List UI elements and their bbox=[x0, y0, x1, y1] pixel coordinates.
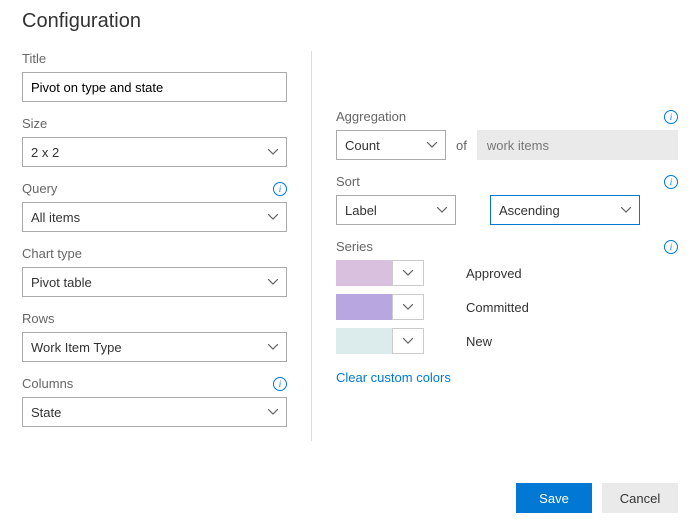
rows-select[interactable]: Work Item Type bbox=[22, 332, 287, 362]
chevron-down-icon bbox=[621, 207, 631, 213]
color-picker-button[interactable] bbox=[392, 294, 424, 320]
chevron-down-icon bbox=[268, 279, 278, 285]
size-select[interactable]: 2 x 2 bbox=[22, 137, 287, 167]
color-picker-button[interactable] bbox=[392, 328, 424, 354]
series-label-text: Committed bbox=[466, 300, 529, 315]
info-icon[interactable]: i bbox=[273, 182, 287, 196]
chevron-down-icon bbox=[437, 207, 447, 213]
info-icon[interactable]: i bbox=[664, 110, 678, 124]
columns-value: State bbox=[31, 405, 61, 420]
color-swatch bbox=[336, 328, 392, 354]
series-row: Approved bbox=[336, 260, 678, 286]
columns-label: Columns bbox=[22, 376, 73, 391]
columns-select[interactable]: State bbox=[22, 397, 287, 427]
sort-label: Sort bbox=[336, 174, 360, 189]
chevron-down-icon bbox=[268, 149, 278, 155]
aggregation-target: work items bbox=[477, 130, 678, 160]
charttype-value: Pivot table bbox=[31, 275, 92, 290]
aggregation-value: Count bbox=[345, 138, 380, 153]
series-label: Series bbox=[336, 239, 373, 254]
clear-colors-link[interactable]: Clear custom colors bbox=[336, 370, 451, 385]
chevron-down-icon bbox=[268, 344, 278, 350]
chevron-down-icon bbox=[268, 409, 278, 415]
series-row: New bbox=[336, 328, 678, 354]
query-label: Query bbox=[22, 181, 57, 196]
query-value: All items bbox=[31, 210, 80, 225]
info-icon[interactable]: i bbox=[664, 175, 678, 189]
sort-field-select[interactable]: Label bbox=[336, 195, 456, 225]
page-title: Configuration bbox=[22, 10, 678, 33]
size-value: 2 x 2 bbox=[31, 145, 59, 160]
series-list: Approved Committed New bbox=[336, 260, 678, 354]
chevron-down-icon bbox=[427, 142, 437, 148]
chevron-down-icon bbox=[268, 214, 278, 220]
aggregation-label: Aggregation bbox=[336, 109, 406, 124]
cancel-button[interactable]: Cancel bbox=[602, 483, 678, 513]
series-row: Committed bbox=[336, 294, 678, 320]
info-icon[interactable]: i bbox=[273, 377, 287, 391]
charttype-label: Chart type bbox=[22, 246, 82, 261]
title-label: Title bbox=[22, 51, 46, 66]
sort-field-value: Label bbox=[345, 203, 377, 218]
save-button[interactable]: Save bbox=[516, 483, 592, 513]
footer: Save Cancel bbox=[516, 483, 678, 513]
right-column: Aggregation i Count of work items Sort i bbox=[312, 51, 678, 441]
charttype-select[interactable]: Pivot table bbox=[22, 267, 287, 297]
rows-label: Rows bbox=[22, 311, 55, 326]
title-input[interactable] bbox=[22, 72, 287, 102]
color-picker-button[interactable] bbox=[392, 260, 424, 286]
color-swatch bbox=[336, 260, 392, 286]
sort-direction-select[interactable]: Ascending bbox=[490, 195, 640, 225]
rows-value: Work Item Type bbox=[31, 340, 122, 355]
series-label-text: New bbox=[466, 334, 492, 349]
left-column: Title Size 2 x 2 Query i All items bbox=[22, 51, 312, 441]
aggregation-select[interactable]: Count bbox=[336, 130, 446, 160]
size-label: Size bbox=[22, 116, 47, 131]
of-text: of bbox=[456, 138, 467, 153]
info-icon[interactable]: i bbox=[664, 240, 678, 254]
color-swatch bbox=[336, 294, 392, 320]
series-label-text: Approved bbox=[466, 266, 522, 281]
query-select[interactable]: All items bbox=[22, 202, 287, 232]
sort-direction-value: Ascending bbox=[499, 203, 560, 218]
